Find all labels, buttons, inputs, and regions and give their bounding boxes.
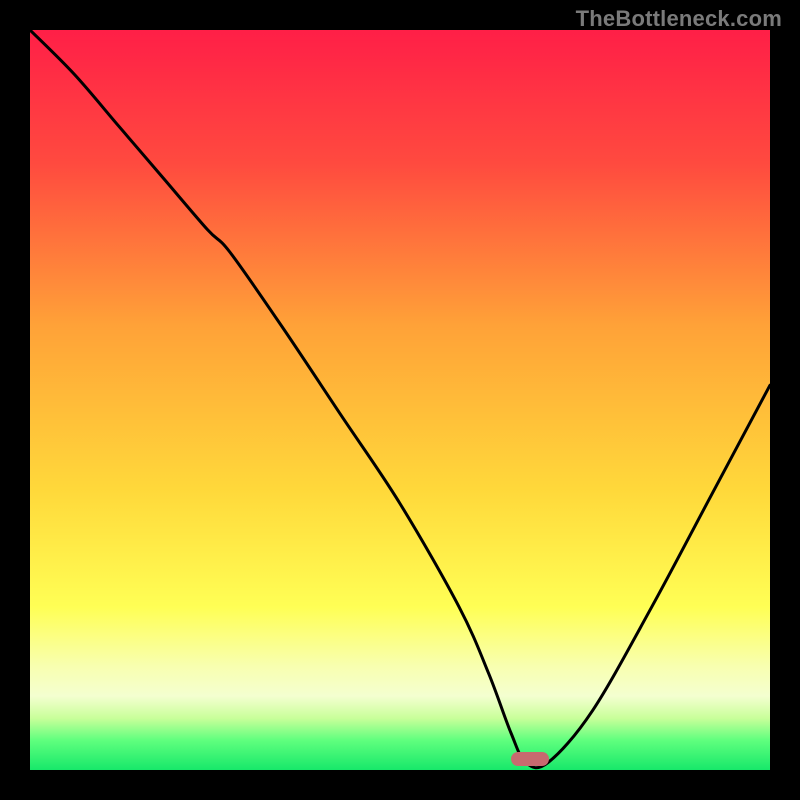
optimal-point-marker xyxy=(511,752,549,766)
bottleneck-curve-path xyxy=(30,30,770,768)
watermark-text: TheBottleneck.com xyxy=(576,6,782,32)
plot-area xyxy=(30,30,770,770)
outer-frame: TheBottleneck.com xyxy=(0,0,800,800)
bottleneck-curve xyxy=(30,30,770,770)
